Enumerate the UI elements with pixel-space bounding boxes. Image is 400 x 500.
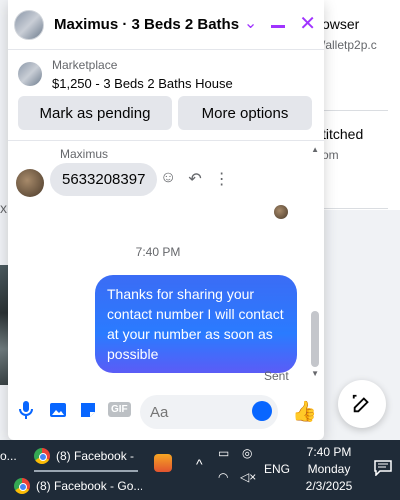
emoji-icon[interactable] (252, 401, 272, 421)
background-subtext: /alletp2p.c (322, 38, 377, 52)
reply-icon[interactable]: ↶ (188, 169, 201, 189)
stack-app-icon[interactable] (154, 454, 172, 472)
sticker-icon[interactable] (78, 400, 98, 420)
incoming-message[interactable]: 5633208397 (50, 163, 158, 196)
language-indicator[interactable]: ENG (264, 462, 290, 476)
chat-window: Maximus · 3 Beds 2 Baths ... ⌄ ✕ Marketp… (8, 0, 324, 440)
close-icon[interactable]: x (0, 200, 7, 216)
new-message-button[interactable] (338, 380, 386, 428)
battery-icon[interactable]: ▭ (218, 446, 229, 460)
background-text: titched (322, 126, 364, 142)
volume-muted-icon[interactable]: ◁× (240, 470, 256, 484)
listing-thumbnail (18, 62, 42, 86)
more-options-button[interactable]: More options (178, 96, 312, 130)
chat-title[interactable]: Maximus · 3 Beds 2 Baths ... (54, 16, 244, 33)
sent-status: Sent (264, 369, 289, 383)
chevron-down-icon[interactable]: ⌄ (244, 16, 257, 32)
message-timestamp: 7:40 PM (135, 245, 181, 259)
taskbar-tab-facebook-1[interactable]: (8) Facebook - ... (34, 442, 138, 470)
wifi-icon[interactable]: ◠ (218, 470, 228, 484)
background-subtext: om (322, 148, 339, 162)
taskbar-tab-facebook-2[interactable]: (8) Facebook - Go... (14, 472, 142, 500)
sender-avatar[interactable] (16, 169, 44, 197)
compose-icon (352, 394, 369, 413)
listing-title: $1,250 - 3 Beds 2 Baths House (52, 76, 233, 91)
message-composer: GIF 👍 (8, 388, 324, 434)
clock-time: 7:40 PM (306, 445, 352, 459)
minimize-icon[interactable] (271, 24, 286, 28)
camera-icon[interactable]: ◎ (242, 446, 252, 460)
chrome-icon (34, 448, 50, 464)
taskbar-item[interactable]: o... (0, 442, 28, 470)
clock-day: Monday (307, 462, 351, 476)
chrome-icon (14, 478, 30, 494)
scrollbar-thumb[interactable] (311, 311, 319, 367)
scroll-down-icon[interactable]: ▼ (311, 369, 319, 378)
thumbs-up-icon[interactable]: 👍 (292, 399, 317, 424)
chat-header[interactable]: Maximus · 3 Beds 2 Baths ... ⌄ ✕ (8, 0, 324, 50)
divider (318, 110, 388, 111)
marketplace-listing[interactable]: Marketplace $1,250 - 3 Beds 2 Baths Hous… (18, 58, 233, 91)
gif-icon[interactable]: GIF (108, 402, 131, 417)
clock-date: 2/3/2025 (305, 479, 353, 493)
taskbar-tab-label: (8) Facebook - ... (56, 449, 138, 463)
sender-name: Maximus (60, 147, 109, 161)
outgoing-message[interactable]: Thanks for sharing your contact number I… (95, 275, 297, 373)
seen-avatar (274, 205, 288, 219)
message-list: Maximus 5633208397 ☺ ↶ ⋮ 7:40 PM Thanks … (8, 140, 324, 383)
clock[interactable]: 7:40 PM Monday 2/3/2025 (298, 444, 360, 495)
divider (318, 208, 388, 209)
taskbar: o... (8) Facebook - ... (8) Facebook - G… (0, 440, 400, 500)
background-image (0, 265, 8, 385)
mark-as-pending-button[interactable]: Mark as pending (18, 96, 172, 130)
image-icon[interactable] (48, 400, 68, 420)
avatar[interactable] (14, 9, 44, 40)
more-icon[interactable]: ⋮ (214, 169, 230, 189)
scrollbar[interactable]: ▲ ▼ (311, 141, 322, 381)
taskbar-tab-label: (8) Facebook - Go... (36, 479, 142, 493)
background-text: owser (322, 16, 360, 32)
microphone-icon[interactable] (18, 400, 34, 420)
notifications-icon[interactable] (374, 460, 392, 476)
chevron-up-icon[interactable]: ^ (196, 456, 203, 472)
marketplace-label: Marketplace (52, 58, 118, 72)
scroll-up-icon[interactable]: ▲ (311, 145, 319, 154)
close-icon[interactable]: ✕ (299, 14, 316, 34)
react-icon[interactable]: ☺ (160, 169, 176, 189)
